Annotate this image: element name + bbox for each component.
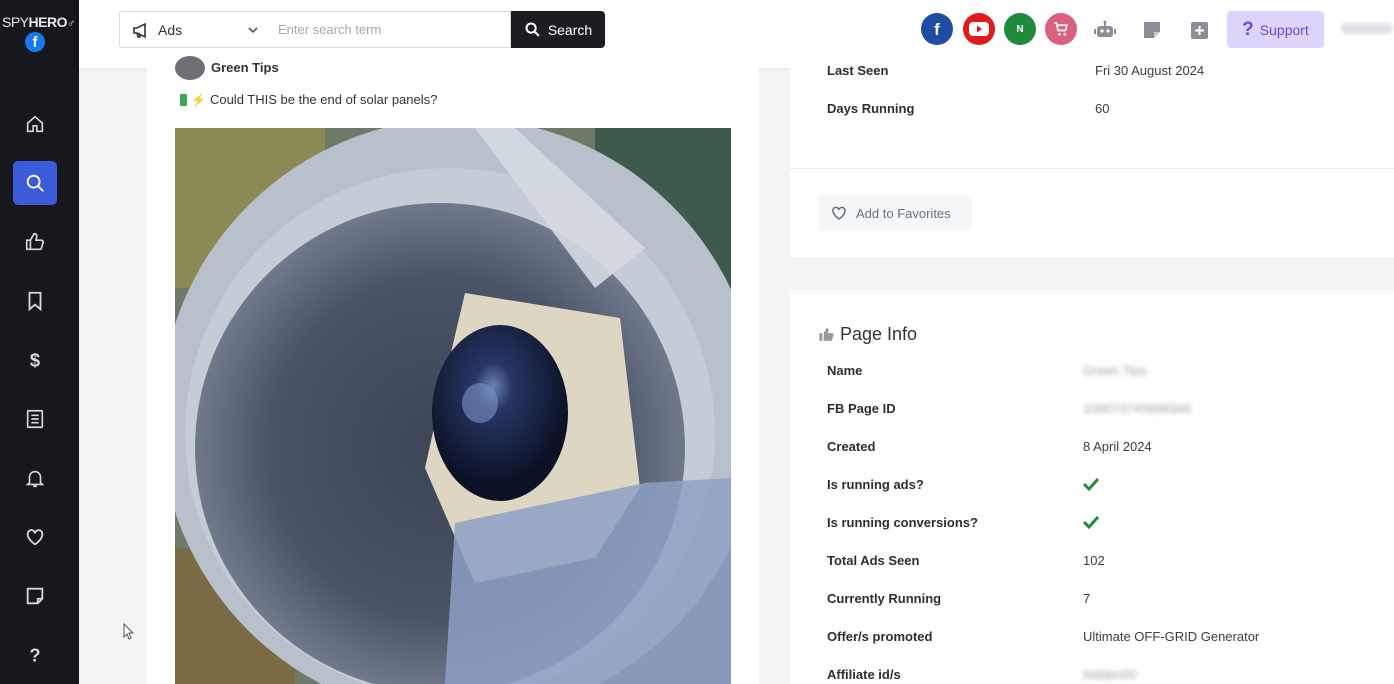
sidebar-item-notes[interactable]: [13, 574, 57, 618]
add-button[interactable]: [1188, 19, 1210, 41]
ad-text-content: Could THIS be the end of solar panels?: [209, 92, 438, 107]
info-value-created: 8 April 2024: [1083, 439, 1152, 454]
last-seen-value: Fri 30 August 2024: [1095, 63, 1205, 78]
info-label-currently-running: Currently Running: [827, 591, 942, 606]
add-to-favorites-label: Add to Favorites: [856, 205, 951, 221]
info-label-fb-page-id: FB Page ID: [827, 401, 896, 416]
page-info-title: Page Info: [818, 324, 917, 345]
search-input[interactable]: [269, 11, 511, 48]
lightning-emoji-icon: ⚡: [191, 92, 206, 107]
info-label-affiliate-ids: Affiliate id/s: [827, 667, 901, 682]
spyhero-logo[interactable]: SPYHERO♂ f: [0, 10, 79, 56]
facebook-icon: f: [934, 21, 940, 37]
check-icon: [1082, 477, 1100, 492]
sidebar-item-favorites[interactable]: [13, 515, 57, 559]
sidebar-item-likes[interactable]: [13, 220, 57, 264]
thumbs-up-icon: [819, 328, 834, 341]
info-value-offers-promoted: Ultimate OFF-GRID Generator: [1083, 629, 1260, 644]
sidebar-item-search[interactable]: [13, 161, 57, 205]
sticky-note-icon: [1144, 22, 1160, 38]
last-seen-label: Last Seen: [827, 63, 889, 78]
info-value-currently-running: 7: [1083, 591, 1091, 606]
days-running-value: 60: [1095, 101, 1110, 116]
svg-text:$: $: [30, 349, 40, 370]
info-value-affiliate-ids: hidden00: [1083, 667, 1137, 682]
search-button-label: Search: [547, 21, 593, 38]
question-mark-icon: ?: [1242, 18, 1254, 40]
robot-icon: [1094, 20, 1116, 37]
ad-text: ⚡ Could THIS be the end of solar panels?: [180, 92, 437, 107]
sidebar-item-bookmarks[interactable]: [13, 279, 57, 323]
sidebar-item-lists[interactable]: [13, 397, 57, 441]
help-icon: ?: [29, 644, 40, 665]
mouse-cursor-icon: [123, 623, 135, 640]
search-type-select[interactable]: Ads: [119, 11, 270, 48]
info-label-running-ads: Is running ads?: [827, 477, 924, 492]
youtube-link[interactable]: [963, 13, 995, 45]
sidebar: SPYHERO♂ f $ ?: [0, 0, 79, 684]
sidebar-item-alerts[interactable]: [13, 456, 57, 500]
sidebar-item-pricing[interactable]: $: [13, 338, 57, 382]
sidebar-item-help[interactable]: ?: [13, 633, 57, 677]
user-menu[interactable]: [1341, 23, 1393, 34]
days-running-label: Days Running: [827, 101, 915, 116]
search-type-value: Ads: [158, 22, 183, 38]
cart-link[interactable]: [1045, 13, 1077, 45]
note-icon: [26, 587, 44, 605]
search-icon: [26, 174, 44, 192]
battery-emoji-icon: [180, 93, 187, 106]
info-value-total-ads-seen: 102: [1083, 553, 1105, 568]
home-icon: [26, 115, 44, 133]
sidebar-item-home[interactable]: [13, 102, 57, 146]
support-button[interactable]: ? Support: [1227, 11, 1324, 48]
youtube-icon: [969, 22, 989, 36]
n-icon: N: [1016, 23, 1024, 35]
page-info-title-text: Page Info: [840, 324, 918, 344]
bell-icon: [25, 470, 45, 488]
ad-page-name: Green Tips: [211, 60, 279, 75]
robot-button[interactable]: [1094, 19, 1116, 41]
chevron-down-icon: [248, 27, 258, 34]
search-button[interactable]: Search: [511, 11, 605, 48]
bookmark-icon: [28, 291, 42, 312]
notes-button[interactable]: [1141, 19, 1163, 41]
list-icon: [26, 409, 44, 429]
ad-video-frame: [175, 128, 731, 684]
thumbs-up-icon: [25, 232, 45, 251]
facebook-link[interactable]: f: [921, 13, 953, 45]
info-label-name: Name: [827, 363, 863, 378]
add-to-favorites-button[interactable]: Add to Favorites: [818, 195, 972, 231]
heart-icon: [832, 206, 846, 220]
info-value-fb-page-id: 100073745698346: [1083, 401, 1192, 416]
check-icon: [1082, 515, 1100, 530]
search-icon: [525, 22, 540, 37]
support-label: Support: [1259, 21, 1309, 38]
logo-text: SPYHERO♂: [2, 14, 75, 30]
cart-icon: [1054, 22, 1069, 36]
info-value-name: Green Tips: [1083, 363, 1147, 378]
svg-text:?: ?: [29, 644, 40, 665]
heart-icon: [26, 529, 44, 546]
info-label-total-ads-seen: Total Ads Seen: [827, 553, 920, 568]
ad-video[interactable]: [175, 128, 731, 684]
info-label-offers-promoted: Offer/s promoted: [827, 629, 933, 644]
facebook-logo-icon: f: [25, 32, 45, 52]
page-avatar: [175, 56, 205, 80]
n-link[interactable]: N: [1004, 13, 1036, 45]
dollar-icon: $: [30, 349, 40, 370]
card-divider: [790, 168, 1394, 169]
megaphone-icon: [133, 22, 146, 39]
info-label-created: Created: [827, 439, 876, 454]
ad-card: Green Tips ⚡ Could THIS be the end of so…: [147, 56, 759, 684]
plus-square-icon: [1190, 21, 1208, 39]
info-label-running-conversions: Is running conversions?: [827, 515, 978, 530]
svg-text:f: f: [934, 21, 940, 37]
